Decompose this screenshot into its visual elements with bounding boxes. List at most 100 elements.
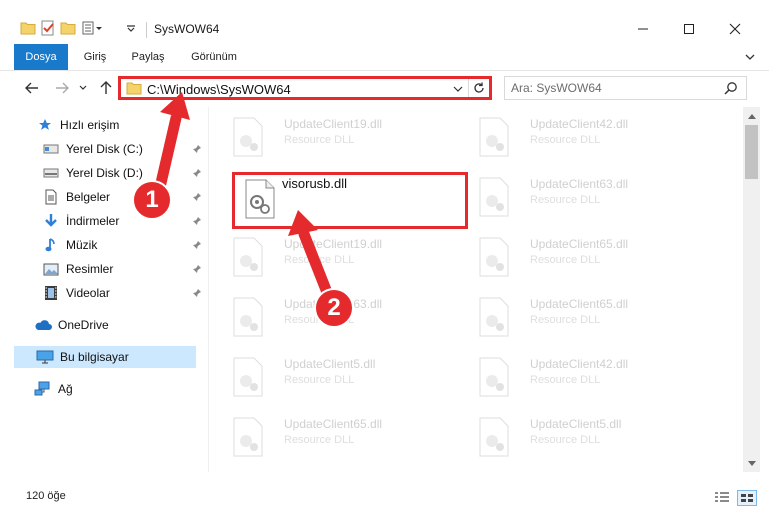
address-bar[interactable]: C:\Windows\SysWOW64 [118, 76, 492, 100]
view-options-icon[interactable] [82, 18, 102, 38]
sidebar-item-label: Bu bilgisayar [60, 350, 129, 364]
explorer-window: SysWOW64 Dosya Giriş Paylaş Görünüm C:\W… [0, 0, 769, 517]
sidebar-item-videos[interactable]: Videolar [0, 282, 206, 304]
back-button[interactable] [22, 78, 42, 98]
sidebar-item-label: Ağ [58, 382, 73, 396]
dll-file-icon [479, 237, 509, 277]
file-name: UpdateClient19.dll [284, 117, 383, 131]
search-icon[interactable] [724, 81, 738, 98]
refresh-button[interactable] [468, 79, 489, 97]
dll-file-icon [479, 297, 509, 337]
dll-file-icon [479, 357, 509, 397]
sidebar-item-quick-access[interactable]: Hızlı erişim [0, 114, 206, 136]
list-item[interactable]: UpdateClient42.dll Resource DLL [466, 111, 706, 167]
sidebar-item-label: Yerel Disk (D:) [66, 166, 143, 180]
status-bar: 120 öğe [0, 484, 769, 510]
list-item[interactable]: UpdateClient65.dll Resource DLL [466, 231, 706, 287]
cloud-icon [34, 317, 52, 333]
up-button[interactable] [96, 78, 116, 98]
file-type: Resource DLL [530, 254, 601, 266]
pin-icon[interactable] [192, 215, 202, 229]
dll-file-icon [479, 417, 509, 457]
navigation-pane: Hızlı erişim Yerel Disk (C:) Yerel Disk … [0, 107, 209, 472]
tab-file[interactable]: Dosya [14, 44, 68, 70]
computer-icon [36, 349, 54, 365]
file-name: UpdateClient65.dll [284, 417, 383, 431]
close-button[interactable] [712, 14, 758, 44]
title-separator [146, 22, 147, 38]
scroll-thumb[interactable] [745, 125, 758, 179]
file-type: Resource DLL [284, 254, 355, 266]
scroll-down-button[interactable] [743, 455, 760, 472]
list-item[interactable]: UpdateClient19.dll Resource DLL [220, 231, 460, 287]
sidebar-item-downloads[interactable]: İndirmeler [0, 210, 206, 232]
tab-share[interactable]: Paylaş [124, 44, 172, 70]
sidebar-item-documents[interactable]: Belgeler [0, 186, 206, 208]
scroll-up-button[interactable] [743, 107, 760, 124]
pin-icon[interactable] [192, 287, 202, 301]
file-name: UpdateClient42.dll [530, 357, 629, 371]
sidebar-item-label: Belgeler [66, 190, 111, 204]
sidebar-item-label: Müzik [66, 238, 98, 252]
address-path[interactable]: C:\Windows\SysWOW64 [147, 82, 291, 97]
list-item[interactable]: UpdateClient65.dll Resource DLL [220, 411, 460, 467]
chevron-down-icon[interactable] [451, 81, 465, 97]
minimize-button[interactable] [620, 14, 666, 44]
pin-icon[interactable] [192, 191, 202, 205]
drive-icon [42, 165, 60, 181]
sidebar-item-local-disk-c[interactable]: Yerel Disk (C:) [0, 138, 206, 160]
list-item[interactable]: UpdateClient5.dll Resource DLL [220, 351, 460, 407]
folder-icon[interactable] [20, 18, 36, 38]
pin-icon[interactable] [192, 167, 202, 181]
file-name: UpdateClient63.dll [530, 177, 629, 191]
pin-icon[interactable] [192, 263, 202, 277]
list-item[interactable]: UpdateClient63.dll Resource DLL [466, 171, 706, 227]
large-icons-view-icon[interactable] [737, 490, 757, 506]
sidebar-item-label: Hızlı erişim [60, 118, 120, 132]
dll-file-icon [233, 357, 263, 397]
ribbon-expand-icon[interactable] [743, 50, 757, 64]
file-type: Resource DLL [530, 134, 601, 146]
dll-file-icon [233, 417, 263, 457]
details-view-icon[interactable] [713, 490, 731, 504]
list-item[interactable]: UpdateClient19.dll Resource DLL [220, 111, 460, 167]
recent-locations-button[interactable] [76, 78, 90, 98]
new-folder-icon[interactable] [60, 18, 76, 38]
file-type: Resource DLL [284, 434, 355, 446]
pictures-icon [42, 261, 60, 277]
sidebar-item-label: İndirmeler [66, 214, 120, 228]
pin-icon[interactable] [192, 143, 202, 157]
maximize-button[interactable] [666, 14, 712, 44]
sidebar-item-local-disk-d[interactable]: Yerel Disk (D:) [0, 162, 206, 184]
sidebar-item-music[interactable]: Müzik [0, 234, 206, 256]
navigation-bar: C:\Windows\SysWOW64 [0, 71, 769, 105]
tab-view[interactable]: Görünüm [182, 44, 246, 70]
drive-icon [42, 141, 60, 157]
sidebar-item-this-pc[interactable]: Bu bilgisayar [14, 346, 196, 368]
sidebar-item-label: Yerel Disk (C:) [66, 142, 143, 156]
properties-icon[interactable] [40, 18, 56, 38]
network-icon [34, 381, 52, 397]
sidebar-item-network[interactable]: Ağ [0, 378, 206, 400]
step-2-badge: 2 [314, 288, 354, 328]
sidebar-item-onedrive[interactable]: OneDrive [0, 314, 206, 336]
ribbon-tabs: Dosya Giriş Paylaş Görünüm [0, 44, 769, 71]
sidebar-item-label: OneDrive [58, 318, 109, 332]
file-type: Resource DLL [284, 134, 355, 146]
list-item[interactable]: UpdateClient5.dll Resource DLL [466, 411, 706, 467]
file-name: UpdateClient5.dll [530, 417, 622, 431]
file-highlight-box [232, 172, 468, 229]
star-icon [36, 117, 54, 133]
folder-icon [126, 82, 142, 98]
pin-icon[interactable] [192, 239, 202, 253]
forward-button[interactable] [52, 78, 72, 98]
list-item[interactable]: UpdateClient42.dll Resource DLL [466, 351, 706, 407]
sidebar-item-pictures[interactable]: Resimler [0, 258, 206, 280]
vertical-scrollbar[interactable] [743, 107, 760, 472]
chevron-down-icon[interactable] [126, 18, 136, 38]
search-input[interactable] [511, 79, 711, 97]
tab-home[interactable]: Giriş [76, 44, 114, 70]
search-box[interactable] [504, 76, 747, 100]
list-item[interactable]: UpdateClient65.dll Resource DLL [466, 291, 706, 347]
file-name: UpdateClient19.dll [284, 237, 383, 251]
